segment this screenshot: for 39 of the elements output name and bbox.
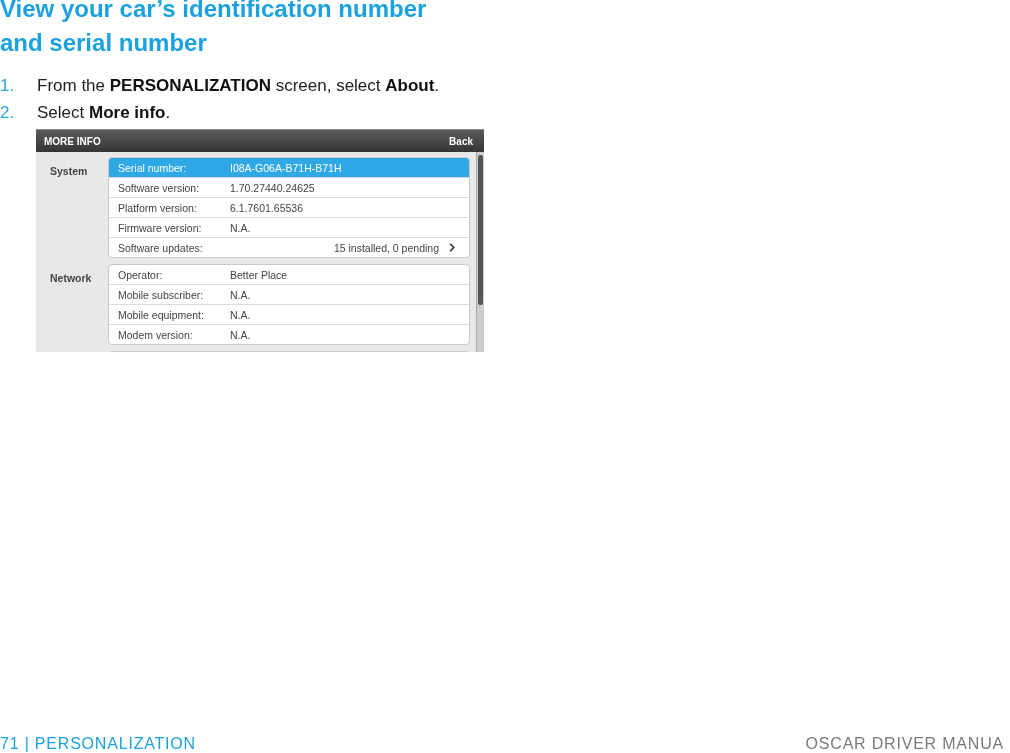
section-label: System [50,165,88,177]
screen-title: MORE INFO [44,135,101,147]
footer-manual-title: OSCAR DRIVER MANUA [805,735,1005,753]
row-value: I08A-G06A-B71H-B71H [230,161,342,174]
section-label: Network [50,272,92,284]
back-button[interactable]: Back [449,135,473,147]
row-label: Platform version: [118,201,197,214]
row-value: N.A. [230,288,251,301]
info-row[interactable]: Platform version: 6.1.7601.65536 [109,197,469,217]
row-label: Mobile equipment: [118,308,204,321]
row-value: 6.1.7601.65536 [230,201,303,214]
chevron-right-icon [449,243,455,252]
row-value: N.A. [230,221,251,234]
info-row[interactable]: Software updates: 15 installed, 0 pending [109,237,469,257]
row-label: Mobile subscriber: [118,288,204,301]
page-heading: View your car’s identification number and serial number [0,0,428,58]
step-number: 1. [0,76,15,95]
step-text: From the PERSONALIZATION screen, select About. [37,75,440,97]
row-value: 15 installed, 0 pending [333,241,439,254]
row-label: Firmware version: [118,221,202,234]
row-label: Software updates: [118,241,203,254]
info-row[interactable]: Mobile subscriber: N.A. [109,284,469,304]
row-label: Operator: [118,268,163,281]
info-row[interactable]: Mobile equipment: N.A. [109,304,469,324]
step-text: Select More info. [37,102,171,124]
row-label: Modem version: [118,328,193,341]
row-value: N.A. [230,328,251,341]
info-row[interactable]: Modem version: N.A. [109,324,469,344]
info-row[interactable]: Software version: 1.70.27440.24625 [109,177,469,197]
info-row[interactable]: Operator: Better Place [109,265,469,284]
step-number: 2. [0,103,15,122]
row-value: Better Place [230,268,288,281]
footer-section-label: 71 | PERSONALIZATION [0,735,196,753]
row-value: 1.70.27440.24625 [230,181,315,194]
row-label: Serial number: [118,161,187,174]
row-label: Software version: [118,181,200,194]
row-value: N.A. [230,308,251,321]
info-row[interactable]: Firmware version: N.A. [109,217,469,237]
scrollbar-thumb[interactable] [478,155,483,305]
